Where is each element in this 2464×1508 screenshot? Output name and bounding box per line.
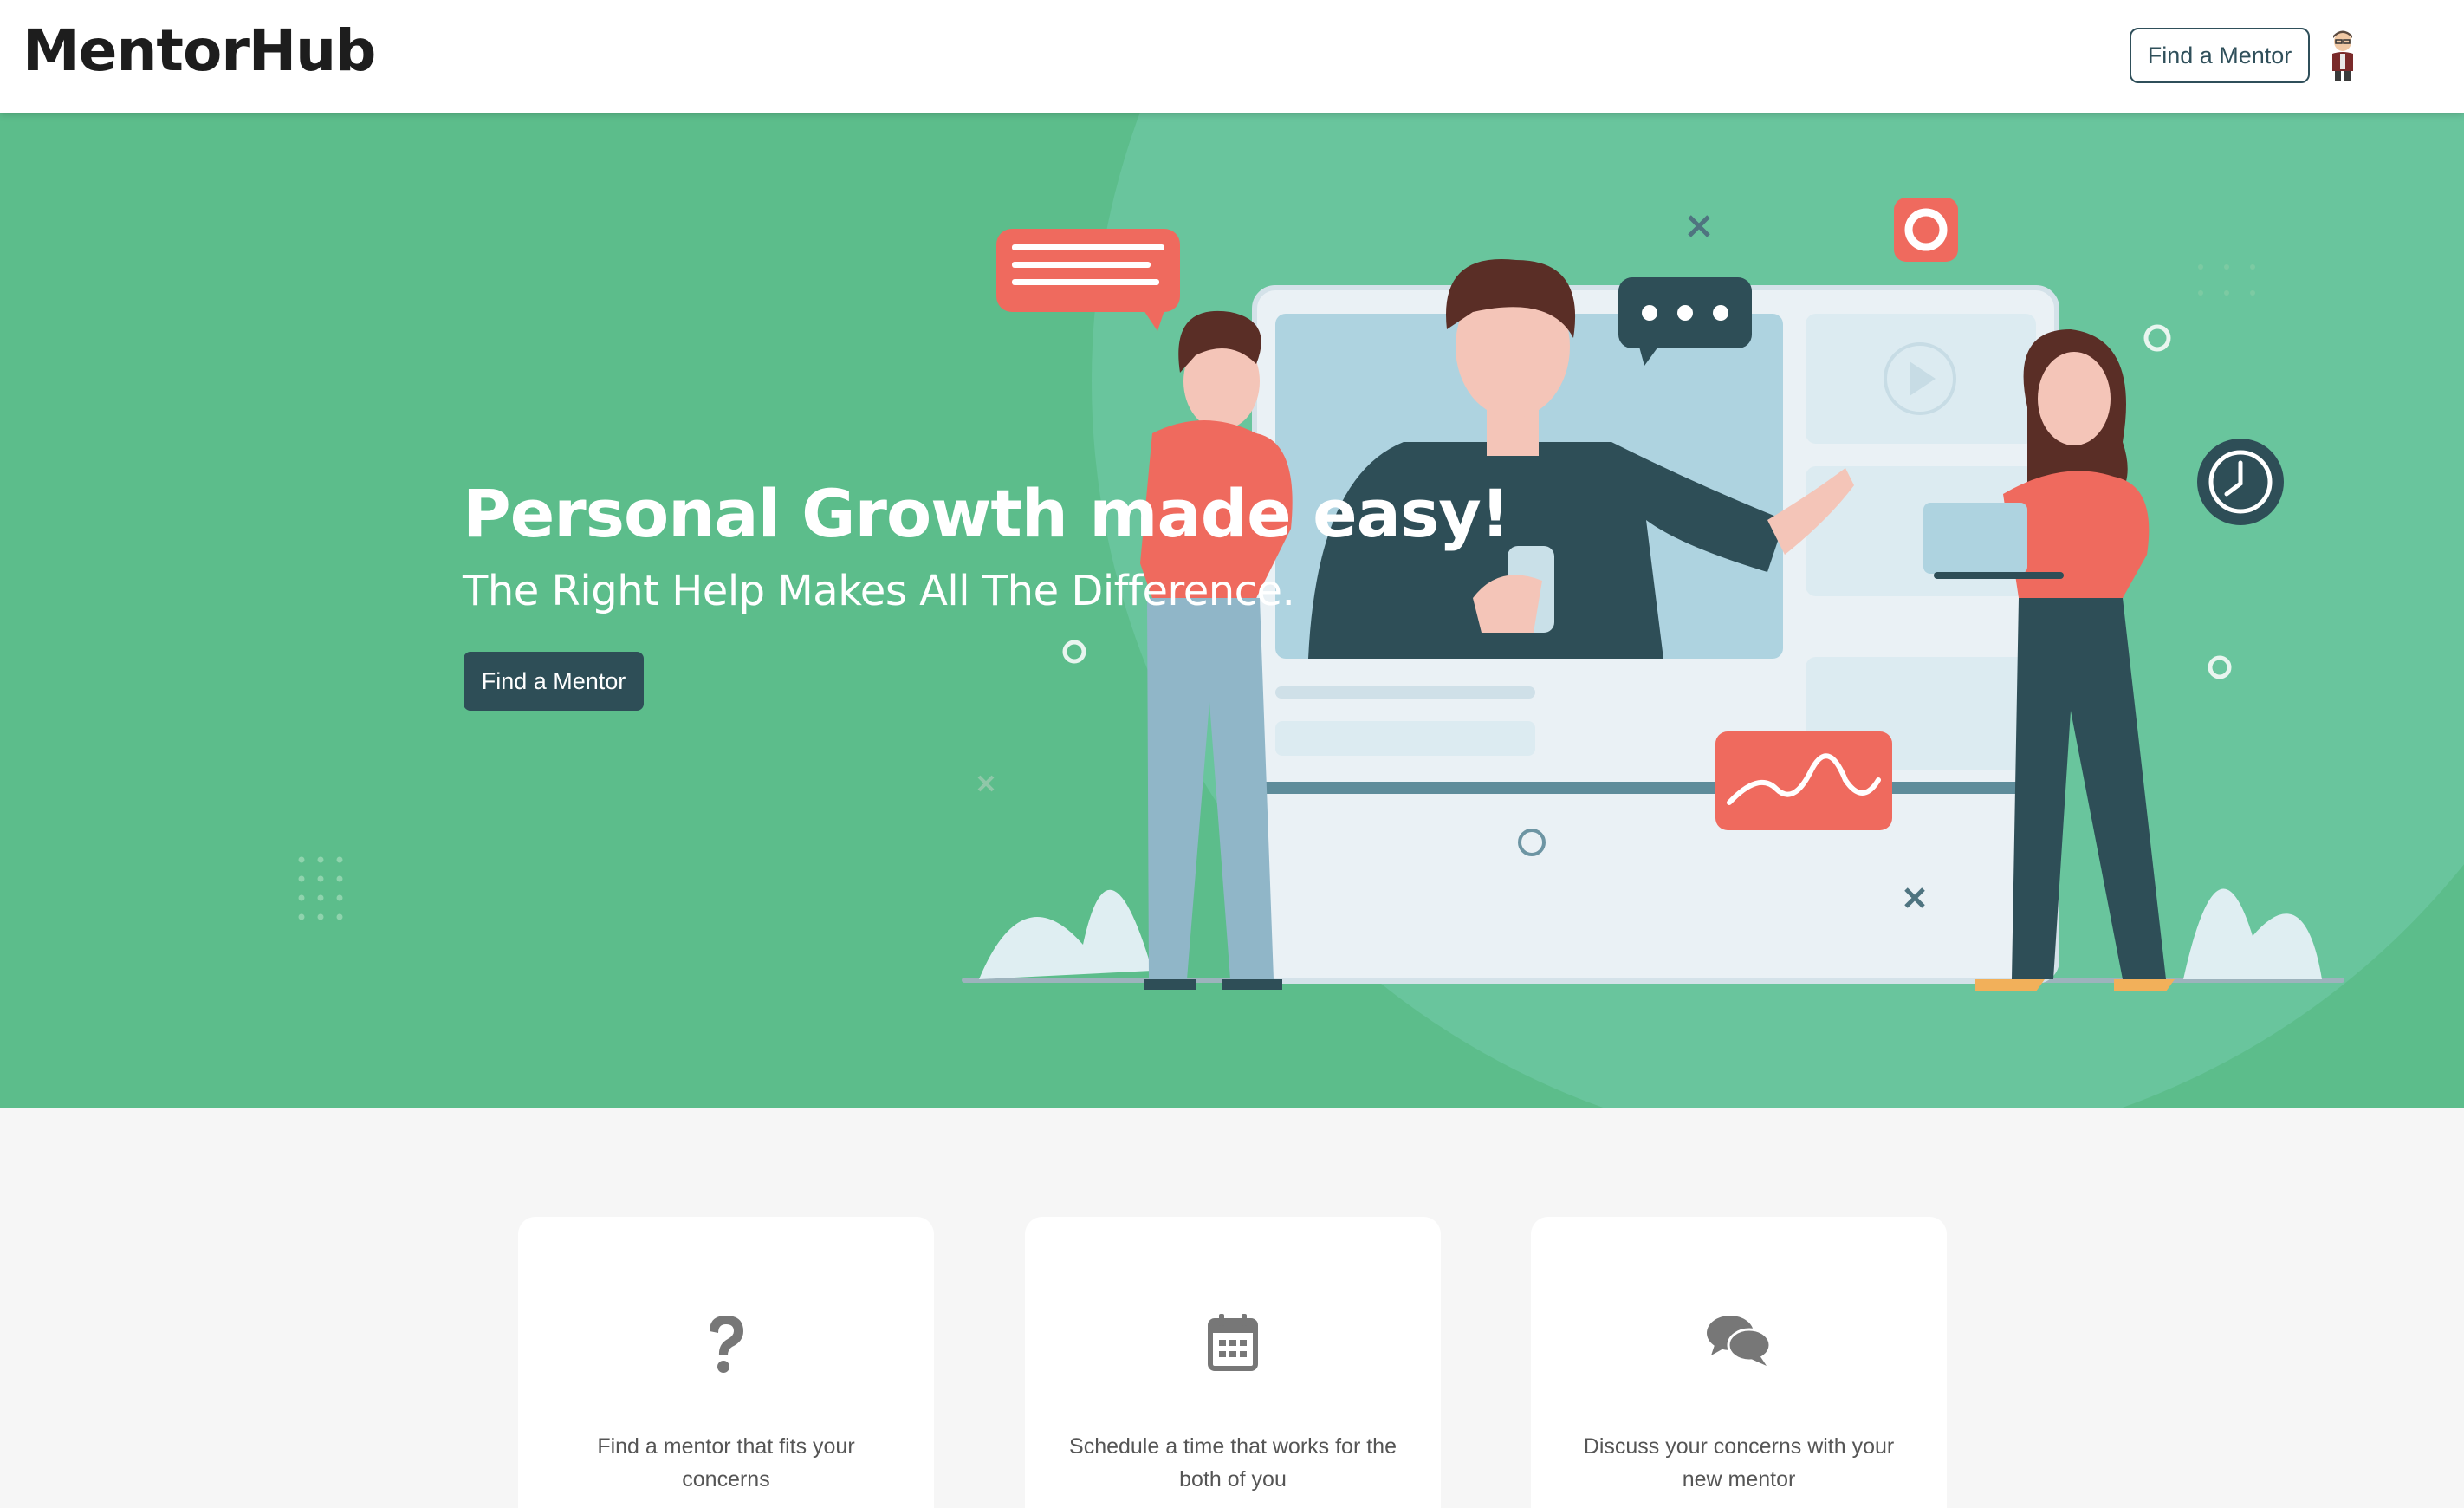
gear-badge (1894, 198, 1958, 262)
feature-card-schedule: Schedule a time that works for the both … (1025, 1217, 1441, 1508)
user-avatar-icon[interactable] (2327, 29, 2358, 83)
hero-title: Personal Growth made easy! (463, 475, 1510, 552)
red-message-bubble (996, 229, 1180, 331)
hero-subtitle: The Right Help Makes All The Difference. (463, 567, 1295, 615)
feature-text-find: Find a mentor that fits your concerns (597, 1434, 855, 1492)
site-logo[interactable]: MentorHub (23, 17, 376, 84)
question-mark-icon (710, 1316, 743, 1373)
page: MentorHub Find a Mentor Personal Growth … (0, 0, 2464, 1508)
hero-section: Personal Growth made easy! The Right Hel… (0, 113, 2464, 1108)
hero-find-mentor-button[interactable]: Find a Mentor (464, 652, 644, 711)
feature-text-discuss: Discuss your concerns with your new ment… (1583, 1434, 1895, 1492)
dot-pattern-left (298, 856, 343, 920)
feature-card-discuss: Discuss your concerns with your new ment… (1531, 1217, 1947, 1508)
clock-badge (2197, 439, 2284, 525)
chat-bubbles-icon (1707, 1316, 1772, 1366)
stats-card (1715, 731, 1892, 830)
feature-text-schedule: Schedule a time that works for the both … (1069, 1434, 1397, 1492)
plant-left (979, 889, 1152, 979)
calendar-icon (1208, 1314, 1258, 1371)
monitor-stand-bar (1255, 782, 2057, 794)
find-mentor-button[interactable]: Find a Mentor (2130, 28, 2310, 83)
feature-card-find: Find a mentor that fits your concerns (518, 1217, 934, 1508)
top-navbar: MentorHub Find a Mentor (0, 0, 2464, 113)
